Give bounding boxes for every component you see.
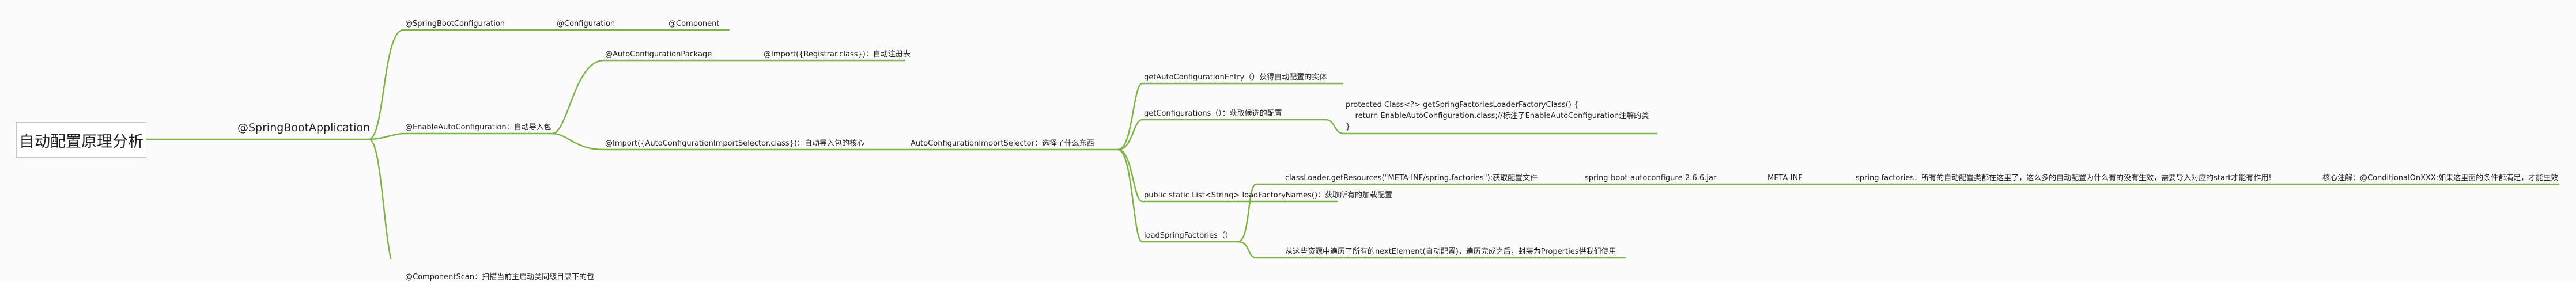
node-meta-inf[interactable]: META-INF (1767, 174, 1803, 183)
node-code-block[interactable]: protected Class<?> getSpringFactoriesLoa… (1346, 100, 1649, 132)
node-configuration[interactable]: @Configuration (557, 20, 615, 29)
node-spring-boot-configuration[interactable]: @SpringBootConfiguration (405, 20, 505, 29)
node-enable-auto-configuration[interactable]: @EnableAutoConfiguration：自动导入包 (405, 123, 552, 132)
node-spring-factories[interactable]: spring.factories：所有的自动配置类都在这里了，这么多的自动配置为… (1856, 174, 2272, 183)
node-load-factory-names[interactable]: public static List<String> loadFactoryNa… (1144, 191, 1392, 200)
node-autoconfigure-jar[interactable]: spring-boot-autoconfigure-2.6.6.jar (1585, 174, 1716, 183)
mindmap-connectors (144, 29, 2560, 259)
connector-componentscan (368, 138, 392, 259)
node-component-scan[interactable]: @ComponentScan：扫描当前主启动类同级目录下的包 (405, 273, 594, 282)
node-import-registrar[interactable]: @Import({Registrar.class})：自动注册表 (764, 50, 911, 59)
node-selector[interactable]: AutoConfigurationImportSelector：选择了什么东西 (911, 139, 1094, 148)
node-load-spring-factories[interactable]: loadSpringFactories（） (1144, 231, 1233, 241)
node-core-annotation[interactable]: 核心注解：@ConditionalOnXXX:如果这里面的条件都满足，才能生效 (2322, 174, 2558, 183)
node-import-selector[interactable]: @Import({AutoConfigurationImportSelector… (605, 139, 864, 148)
connector-enableauto (368, 132, 553, 140)
node-get-configurations[interactable]: getConfigurations（）：获取候选的配置 (1144, 109, 1282, 119)
node-auto-configuration-package[interactable]: @AutoConfigurationPackage (605, 50, 712, 59)
node-component[interactable]: @Component (668, 20, 719, 29)
node-get-resources[interactable]: classLoader.getResources("META-INF/sprin… (1285, 174, 1538, 183)
connector-get-configs (1117, 119, 1327, 151)
node-spring-boot-application[interactable]: @SpringBootApplication (237, 123, 370, 134)
root-label: 自动配置原理分析 (19, 132, 143, 151)
node-get-entry[interactable]: getAutoConfigurationEntry（）获得自动配置的实体 (1144, 73, 1327, 82)
connector-package (551, 59, 906, 135)
root-node[interactable]: 自动配置原理分析 (16, 122, 146, 158)
node-traverse-elements[interactable]: 从这些资源中遍历了所有的nextElement(自动配置)，遍历完成之后，封装为… (1285, 247, 1616, 257)
